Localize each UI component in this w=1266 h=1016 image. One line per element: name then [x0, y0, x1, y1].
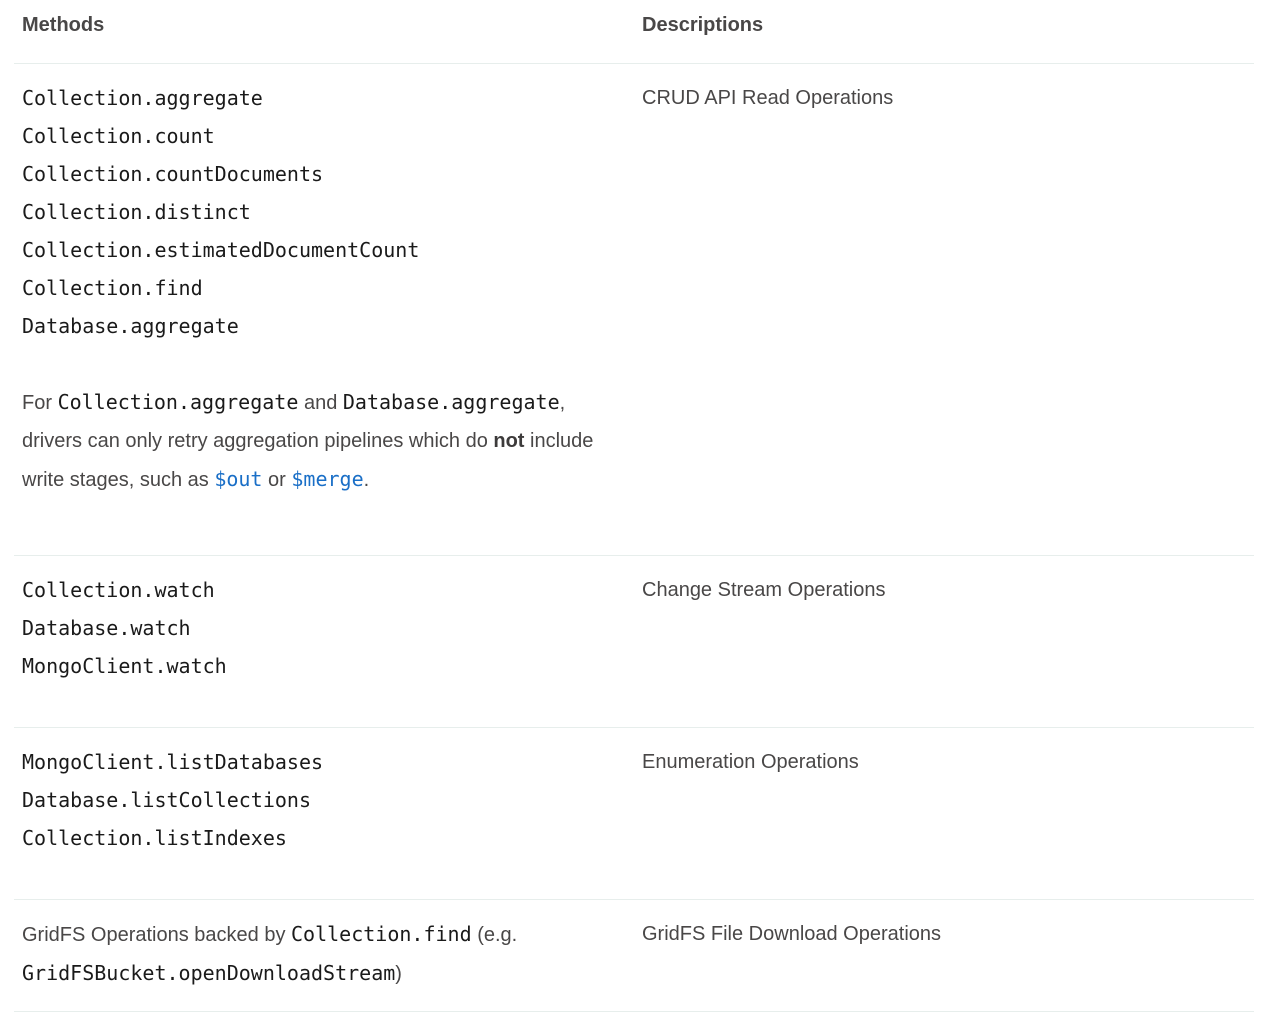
- inline-code: Database.aggregate: [342, 390, 560, 414]
- method-name: MongoClient.listDatabases: [22, 750, 324, 774]
- gridfs-text: ): [395, 963, 402, 985]
- method-name: Collection.estimatedDocumentCount: [22, 238, 420, 262]
- method-name: Collection.countDocuments: [22, 162, 324, 186]
- description-cell-crud-read: CRUD API Read Operations: [642, 79, 1242, 117]
- description-text: CRUD API Read Operations: [642, 87, 894, 109]
- methods-column-header: Methods: [22, 14, 105, 36]
- aggregate-retry-note: For Collection.aggregate and Database.ag…: [22, 383, 626, 499]
- method-name: Database.watch: [22, 616, 191, 640]
- merge-stage-link[interactable]: $merge: [291, 467, 363, 491]
- inline-code: Collection.aggregate: [57, 390, 299, 414]
- methods-cell-enumeration: MongoClient.listDatabases Database.listC…: [22, 743, 626, 857]
- method-name: Collection.find: [22, 276, 203, 300]
- method-name: Collection.listIndexes: [22, 826, 287, 850]
- description-text: GridFS File Download Operations: [642, 923, 942, 945]
- note-emphasis: not: [493, 430, 525, 452]
- method-name: MongoClient.watch: [22, 654, 227, 678]
- method-name: Collection.distinct: [22, 200, 251, 224]
- note-text: and: [298, 392, 343, 414]
- gridfs-text: (e.g.: [471, 924, 518, 946]
- description-cell-change-stream: Change Stream Operations: [642, 571, 1242, 609]
- methods-cell-gridfs: GridFS Operations backed by Collection.f…: [22, 915, 626, 993]
- note-text: For: [22, 392, 58, 414]
- out-stage-link[interactable]: $out: [214, 467, 262, 491]
- method-name: Collection.aggregate: [22, 86, 263, 110]
- descriptions-column-header: Descriptions: [642, 14, 764, 36]
- gridfs-text: GridFS Operations backed by: [22, 924, 292, 946]
- gridfs-methods-text: GridFS Operations backed by Collection.f…: [22, 915, 626, 993]
- method-name: Collection.watch: [22, 578, 215, 602]
- description-text: Change Stream Operations: [642, 579, 886, 601]
- description-text: Enumeration Operations: [642, 751, 859, 773]
- note-text: or: [262, 469, 292, 491]
- inline-code: GridFSBucket.openDownloadStream: [22, 961, 396, 985]
- methods-cell-change-stream: Collection.watch Database.watch MongoCli…: [22, 571, 626, 685]
- description-cell-enumeration: Enumeration Operations: [642, 743, 1242, 781]
- retryable-reads-table: Methods Descriptions Collection.aggregat…: [14, 0, 1254, 1012]
- method-name: Collection.count: [22, 124, 215, 148]
- description-cell-gridfs: GridFS File Download Operations: [642, 915, 1242, 953]
- inline-code: Collection.find: [291, 922, 472, 946]
- note-text: .: [363, 469, 370, 491]
- table-header-row: Methods Descriptions: [14, 0, 1254, 64]
- method-name: Database.aggregate: [22, 314, 239, 338]
- method-name: Database.listCollections: [22, 788, 311, 812]
- methods-cell-crud-read: Collection.aggregate Collection.count Co…: [22, 79, 626, 499]
